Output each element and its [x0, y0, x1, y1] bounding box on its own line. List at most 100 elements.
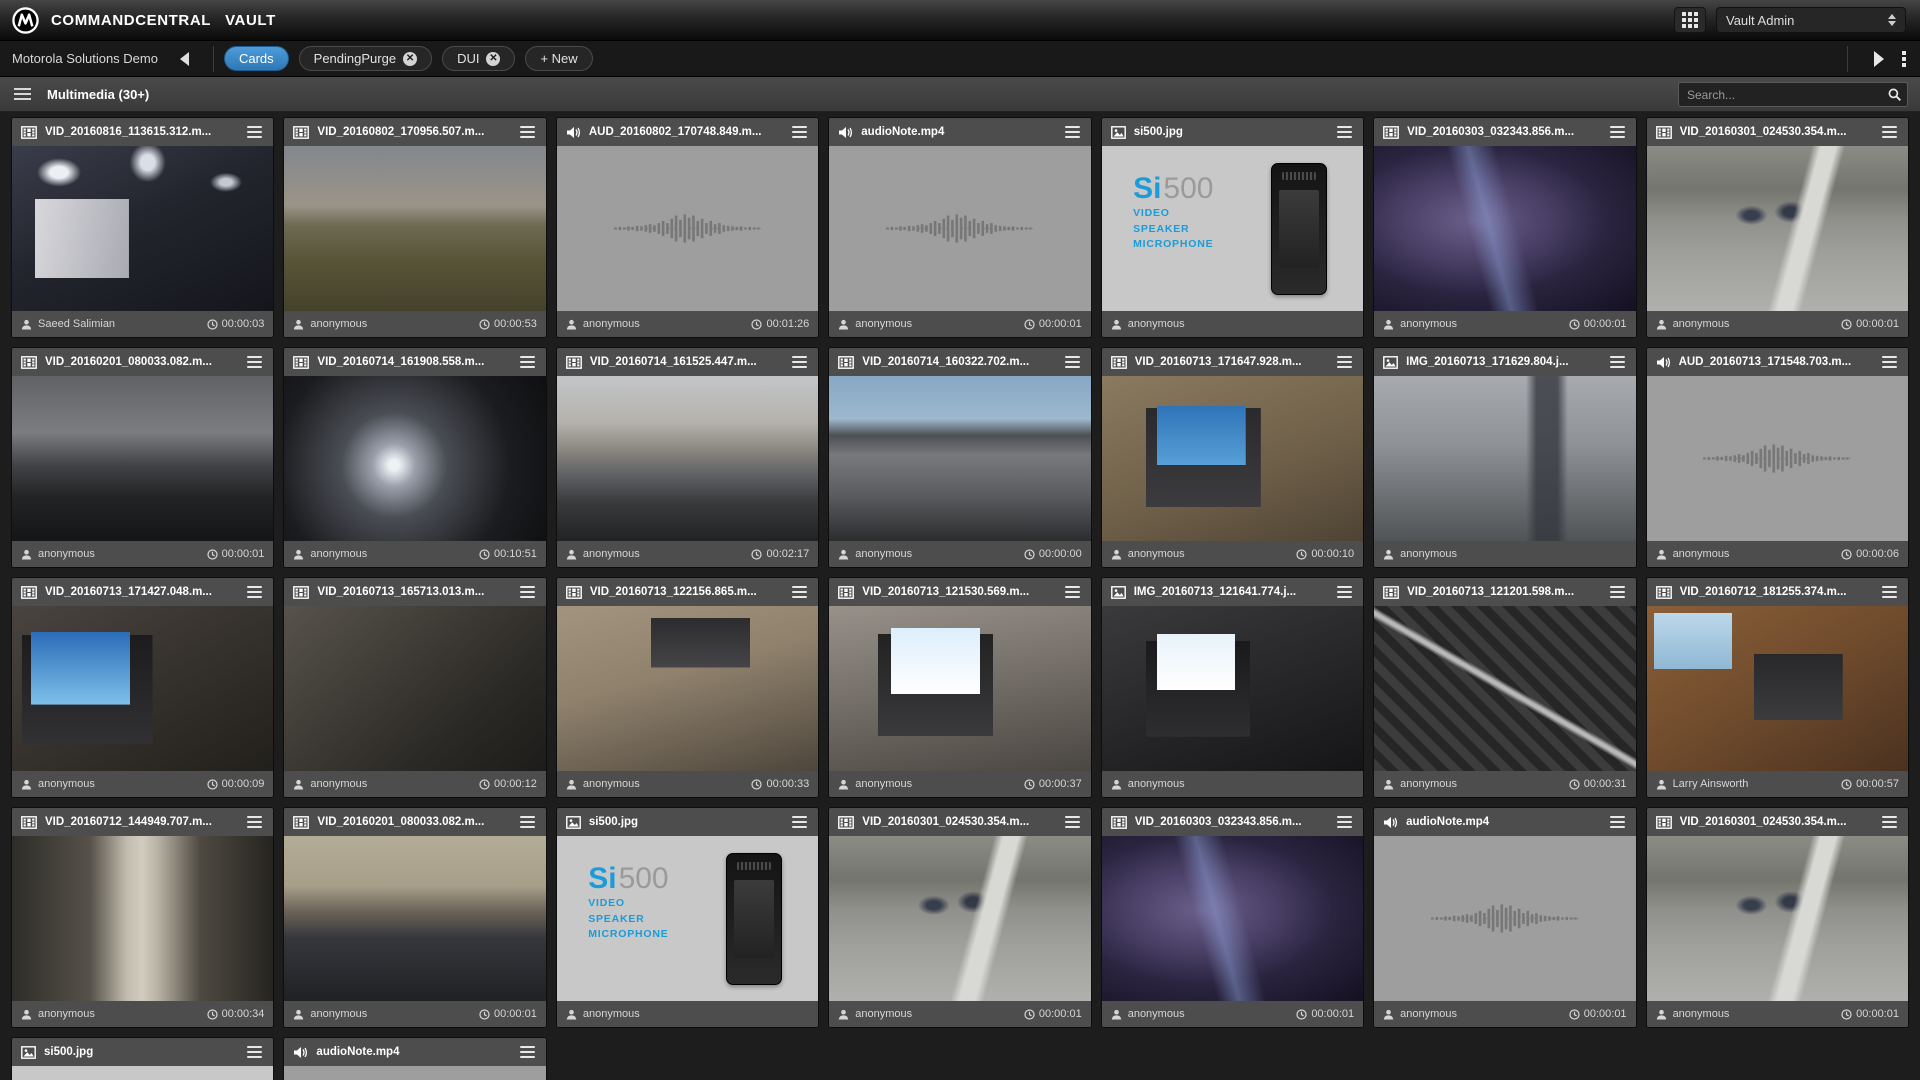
media-thumbnail[interactable]: Si500 VIDEO SPEAKER MICROPHONE — [1102, 146, 1363, 311]
media-card[interactable]: VID_20160301_024530.354.m... anonymous 0… — [829, 808, 1090, 1027]
card-menu-button[interactable] — [518, 584, 537, 601]
media-thumbnail[interactable]: Si500 VIDEO SPEAKER MICROPHONE — [12, 1066, 273, 1080]
media-card[interactable]: VID_20160303_032343.856.m... anonymous 0… — [1374, 118, 1635, 337]
media-thumbnail[interactable] — [12, 146, 273, 311]
media-thumbnail[interactable] — [284, 146, 545, 311]
card-menu-button[interactable] — [790, 124, 809, 141]
media-card[interactable]: VID_20160816_113615.312.m... Saeed Salim… — [12, 118, 273, 337]
media-card[interactable]: VID_20160802_170956.507.m... anonymous 0… — [284, 118, 545, 337]
app-launcher-button[interactable] — [1674, 7, 1706, 33]
media-card[interactable]: si500.jpg Si500 VIDEO SPEAKER MICROPHONE… — [1102, 118, 1363, 337]
media-card[interactable]: VID_20160712_144949.707.m... anonymous 0… — [12, 808, 273, 1027]
card-menu-button[interactable] — [1608, 354, 1627, 371]
card-menu-button[interactable] — [1880, 814, 1899, 831]
media-thumbnail[interactable] — [1647, 146, 1908, 311]
media-card[interactable]: VID_20160712_181255.374.m... Larry Ainsw… — [1647, 578, 1908, 797]
card-menu-button[interactable] — [1063, 354, 1082, 371]
card-menu-button[interactable] — [245, 124, 264, 141]
card-menu-button[interactable] — [1063, 584, 1082, 601]
tab-pendingpurge[interactable]: PendingPurge ✕ — [299, 46, 432, 71]
search-input[interactable] — [1679, 88, 1888, 102]
media-card[interactable]: VID_20160713_165713.013.m... anonymous 0… — [284, 578, 545, 797]
close-tab-icon[interactable]: ✕ — [486, 52, 500, 66]
media-thumbnail[interactable] — [12, 376, 273, 541]
media-thumbnail[interactable] — [829, 376, 1090, 541]
media-thumbnail[interactable] — [284, 836, 545, 1001]
card-menu-button[interactable] — [245, 354, 264, 371]
media-thumbnail[interactable] — [1102, 836, 1363, 1001]
media-thumbnail[interactable] — [829, 606, 1090, 771]
card-menu-button[interactable] — [1608, 124, 1627, 141]
card-menu-button[interactable] — [1880, 584, 1899, 601]
tab-dui[interactable]: DUI ✕ — [442, 46, 515, 71]
media-thumbnail[interactable] — [557, 606, 818, 771]
media-card[interactable]: VID_20160301_024530.354.m... anonymous 0… — [1647, 118, 1908, 337]
card-menu-button[interactable] — [790, 814, 809, 831]
media-thumbnail[interactable] — [1374, 376, 1635, 541]
user-role-select[interactable]: Vault Admin — [1716, 7, 1906, 33]
media-thumbnail[interactable] — [557, 376, 818, 541]
media-card[interactable]: VID_20160714_160322.702.m... anonymous 0… — [829, 348, 1090, 567]
media-card[interactable]: audioNote.mp4 anonymous 00:00:01 — [1374, 808, 1635, 1027]
media-thumbnail[interactable] — [284, 606, 545, 771]
media-thumbnail[interactable] — [284, 376, 545, 541]
media-card[interactable]: VID_20160713_171647.928.m... anonymous 0… — [1102, 348, 1363, 567]
card-menu-button[interactable] — [245, 584, 264, 601]
scroll-tabs-right-button[interactable] — [1874, 51, 1884, 67]
card-menu-button[interactable] — [1335, 584, 1354, 601]
media-card[interactable]: VID_20160201_080033.082.m... anonymous 0… — [12, 348, 273, 567]
card-menu-button[interactable] — [1063, 124, 1082, 141]
card-menu-button[interactable] — [1335, 354, 1354, 371]
media-card[interactable]: AUD_20160802_170748.849.m... anonymous 0… — [557, 118, 818, 337]
media-card[interactable]: VID_20160713_121201.598.m... anonymous 0… — [1374, 578, 1635, 797]
media-card[interactable]: VID_20160201_080033.082.m... anonymous 0… — [284, 808, 545, 1027]
close-tab-icon[interactable]: ✕ — [403, 52, 417, 66]
media-thumbnail[interactable] — [1374, 606, 1635, 771]
card-menu-button[interactable] — [1335, 814, 1354, 831]
media-thumbnail[interactable] — [1647, 606, 1908, 771]
media-card[interactable]: VID_20160713_121530.569.m... anonymous 0… — [829, 578, 1090, 797]
media-thumbnail[interactable] — [557, 146, 818, 311]
card-menu-button[interactable] — [790, 354, 809, 371]
media-thumbnail[interactable] — [1647, 376, 1908, 541]
new-tab-button[interactable]: + New — [525, 46, 592, 71]
card-menu-button[interactable] — [518, 124, 537, 141]
card-menu-button[interactable] — [1608, 814, 1627, 831]
card-menu-button[interactable] — [245, 814, 264, 831]
media-thumbnail[interactable] — [1102, 376, 1363, 541]
media-thumbnail[interactable] — [1374, 836, 1635, 1001]
card-menu-button[interactable] — [1335, 124, 1354, 141]
tab-cards[interactable]: Cards — [224, 46, 289, 71]
media-card[interactable]: si500.jpg Si500 VIDEO SPEAKER MICROPHONE — [12, 1038, 273, 1080]
card-menu-button[interactable] — [1608, 584, 1627, 601]
media-card[interactable]: si500.jpg Si500 VIDEO SPEAKER MICROPHONE… — [557, 808, 818, 1027]
media-card[interactable]: VID_20160714_161908.558.m... anonymous 0… — [284, 348, 545, 567]
media-card[interactable]: IMG_20160713_121641.774.j... anonymous — [1102, 578, 1363, 797]
section-menu-icon[interactable] — [14, 88, 31, 100]
media-card[interactable]: VID_20160301_024530.354.m... anonymous 0… — [1647, 808, 1908, 1027]
media-thumbnail[interactable] — [284, 1066, 545, 1080]
tab-overflow-menu-icon[interactable] — [1900, 49, 1908, 69]
media-thumbnail[interactable] — [12, 836, 273, 1001]
card-menu-button[interactable] — [1880, 354, 1899, 371]
card-menu-button[interactable] — [245, 1044, 264, 1061]
media-card[interactable]: AUD_20160713_171548.703.m... anonymous 0… — [1647, 348, 1908, 567]
card-menu-button[interactable] — [518, 1044, 537, 1061]
card-menu-button[interactable] — [1880, 124, 1899, 141]
card-menu-button[interactable] — [790, 584, 809, 601]
card-menu-button[interactable] — [1063, 814, 1082, 831]
media-thumbnail[interactable]: Si500 VIDEO SPEAKER MICROPHONE — [557, 836, 818, 1001]
media-thumbnail[interactable] — [1102, 606, 1363, 771]
media-card[interactable]: VID_20160713_122156.865.m... anonymous 0… — [557, 578, 818, 797]
media-thumbnail[interactable] — [829, 146, 1090, 311]
media-card[interactable]: VID_20160714_161525.447.m... anonymous 0… — [557, 348, 818, 567]
search-icon[interactable] — [1888, 88, 1901, 101]
media-card[interactable]: audioNote.mp4 anonymous 00:00:01 — [829, 118, 1090, 337]
media-card[interactable]: VID_20160303_032343.856.m... anonymous 0… — [1102, 808, 1363, 1027]
media-thumbnail[interactable] — [1647, 836, 1908, 1001]
media-card[interactable]: audioNote.mp4 — [284, 1038, 545, 1080]
media-thumbnail[interactable] — [829, 836, 1090, 1001]
media-card[interactable]: VID_20160713_171427.048.m... anonymous 0… — [12, 578, 273, 797]
card-menu-button[interactable] — [518, 354, 537, 371]
media-thumbnail[interactable] — [1374, 146, 1635, 311]
